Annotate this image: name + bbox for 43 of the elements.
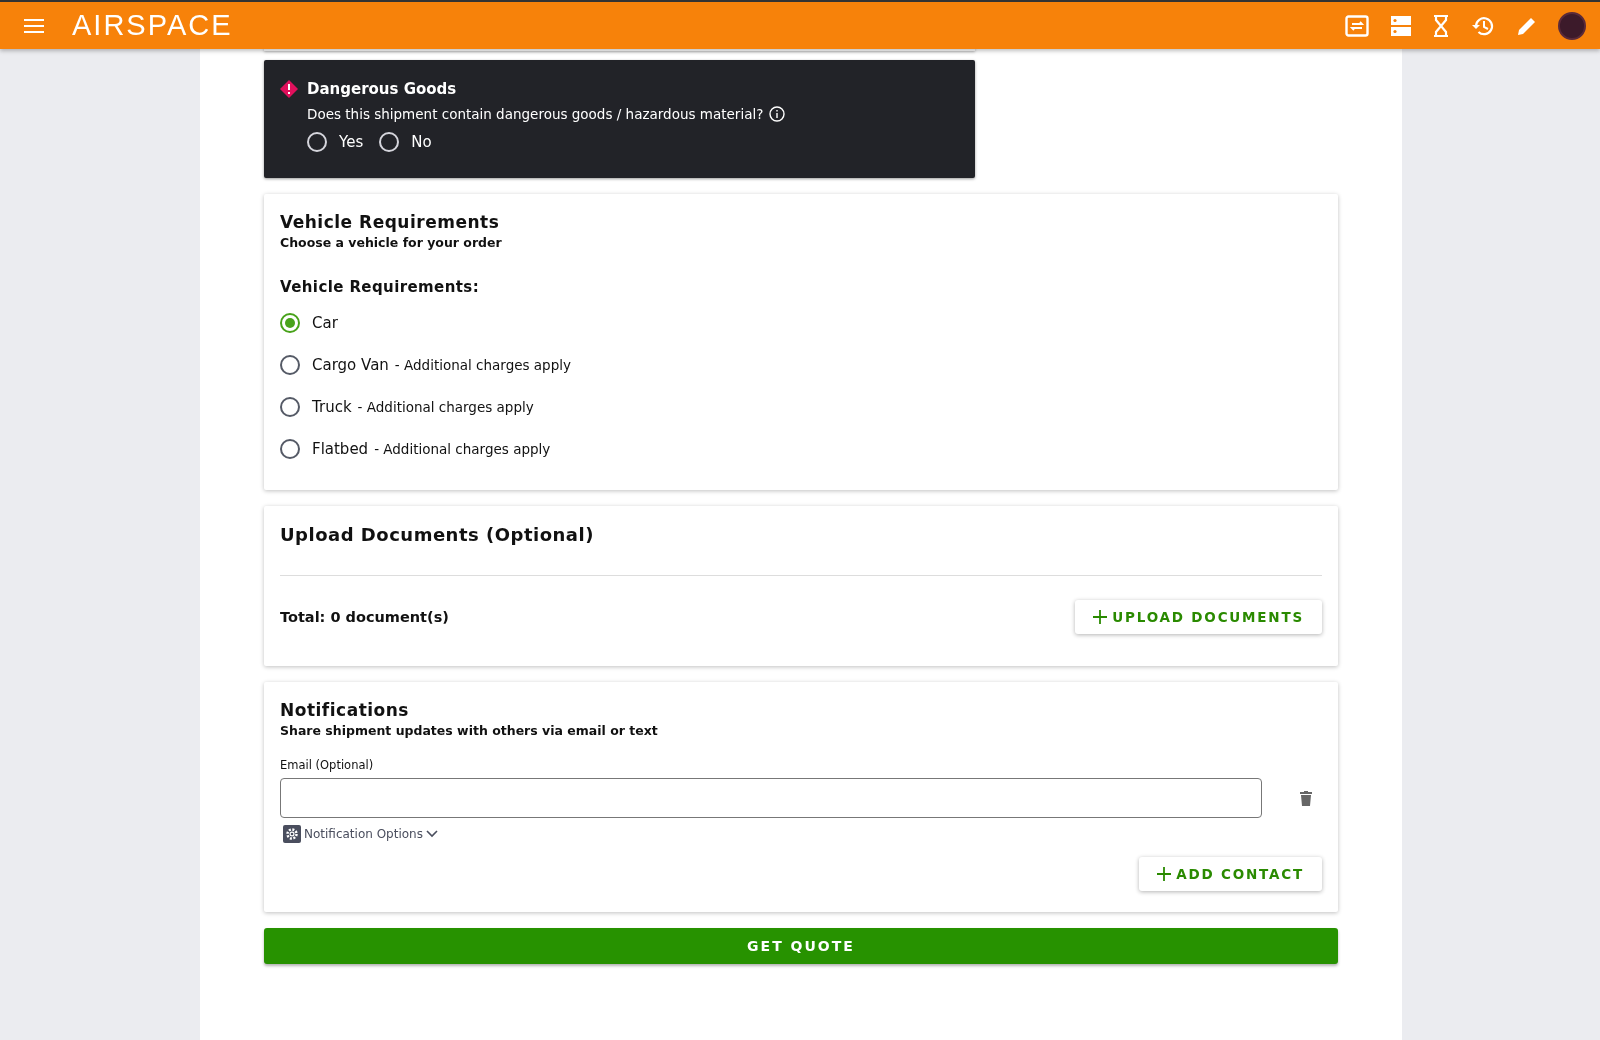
avatar[interactable] [1558, 11, 1586, 40]
document-count: Total: 0 document(s) [280, 609, 449, 625]
warning-icon [280, 80, 298, 98]
option-note: - Additional charges apply [374, 441, 551, 457]
section-subtitle: Choose a vehicle for your order [280, 235, 503, 250]
menu-icon[interactable] [23, 17, 45, 34]
get-quote-button[interactable]: GET QUOTE [264, 928, 1338, 964]
option-note: - Additional charges apply [357, 399, 534, 415]
option-label: Yes [339, 133, 364, 151]
trash-icon[interactable] [1300, 790, 1312, 806]
option-label: Truck [312, 398, 352, 416]
section-subtitle: Share shipment updates with others via email or text [280, 723, 659, 738]
upload-documents-button[interactable]: UPLOAD DOCUMENTS [1075, 600, 1322, 634]
option-label: No [411, 133, 432, 151]
option-label: Flatbed [312, 440, 369, 458]
radio-button[interactable] [280, 313, 300, 333]
hourglass-icon[interactable] [1433, 14, 1449, 37]
radio-button[interactable] [280, 439, 300, 459]
server-icon[interactable] [1391, 15, 1411, 36]
section-title: Notifications [280, 700, 410, 720]
gear-icon [283, 825, 301, 843]
swap-arrows-icon[interactable] [1345, 14, 1369, 37]
chevron-down-icon [425, 830, 438, 838]
section-title: Dangerous Goods [307, 80, 457, 98]
app-logo[interactable]: AIRSPACE [72, 9, 233, 42]
question-text: Does this shipment contain dangerous goods / hazardous material? [307, 106, 764, 122]
plus-icon [1093, 610, 1108, 624]
option-label: Car [312, 314, 338, 332]
section-title: Vehicle Requirements [280, 212, 501, 232]
section-title: Upload Documents (Optional) [280, 524, 595, 545]
option-label: Cargo Van [312, 356, 389, 374]
radio-button[interactable] [280, 397, 300, 417]
add-contact-button[interactable]: ADD CONTACT [1139, 857, 1322, 891]
radio-button[interactable] [280, 355, 300, 375]
plus-icon [1157, 867, 1172, 881]
notification-options-toggle[interactable]: Notification Options [283, 825, 438, 843]
field-label: Vehicle Requirements: [280, 278, 481, 296]
info-icon[interactable] [769, 106, 786, 122]
history-icon[interactable] [1471, 14, 1495, 37]
pencil-icon[interactable] [1517, 15, 1537, 36]
option-note: - Additional charges apply [394, 357, 571, 373]
field-label: Email (Optional) [280, 758, 375, 772]
email-field[interactable] [280, 778, 1262, 818]
